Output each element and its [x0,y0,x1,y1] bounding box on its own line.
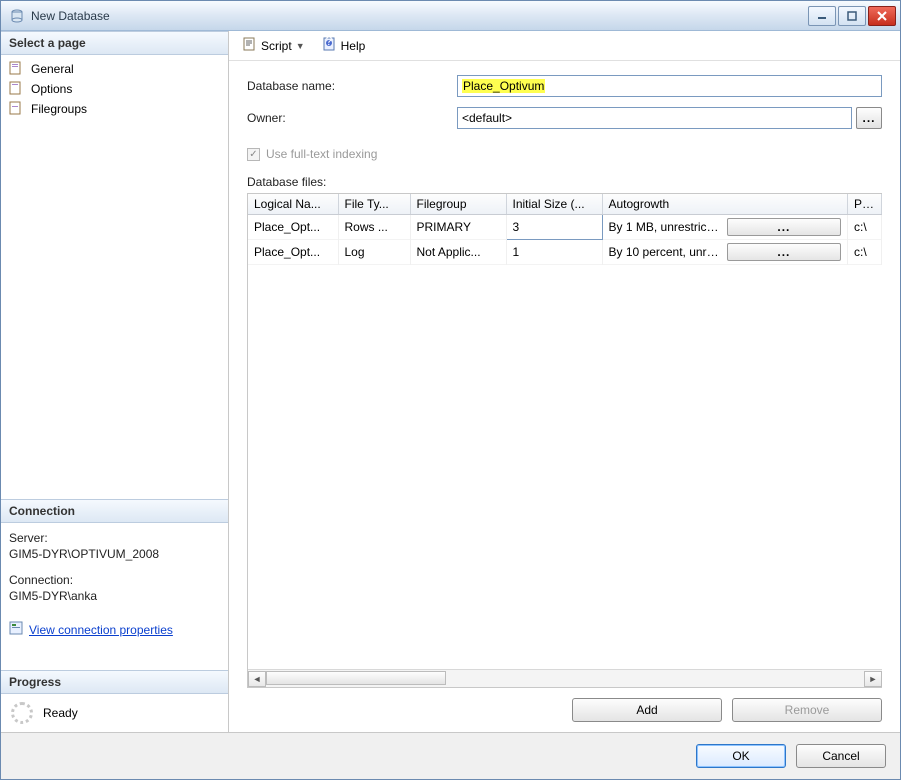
help-label: Help [341,39,366,53]
maximize-button[interactable] [838,6,866,26]
script-icon [243,37,257,54]
database-files-grid[interactable]: Logical Na... File Ty... Filegroup Initi… [247,193,882,688]
help-icon: ? [323,37,337,54]
view-connection-properties-link[interactable]: View connection properties [9,621,173,638]
scroll-right-button[interactable]: ► [864,671,882,687]
chevron-down-icon: ▼ [296,41,305,51]
col-filegroup[interactable]: Filegroup [410,194,506,215]
owner-browse-button[interactable]: ... [856,107,882,129]
server-label: Server: [9,531,220,545]
connection-value: GIM5-DYR\anka [9,589,220,603]
page-label: Filegroups [31,102,87,116]
link-text: View connection properties [29,623,173,637]
autogrowth-browse-button[interactable]: ... [727,218,841,236]
properties-icon [9,621,23,638]
grid-header-row: Logical Na... File Ty... Filegroup Initi… [248,194,882,215]
connection-header: Connection [1,499,228,523]
progress-status: Ready [1,694,228,732]
database-icon [9,8,25,24]
new-database-dialog: New Database Select a page General Optio… [0,0,901,780]
dialog-footer: OK Cancel [1,733,900,779]
checkbox-icon: ✓ [247,148,260,161]
database-name-value: Place_Optivum [462,79,545,93]
grid-empty-area [248,265,882,669]
select-page-header: Select a page [1,31,228,55]
progress-header: Progress [1,670,228,694]
scroll-track[interactable] [266,671,864,687]
toolbar: Script ▼ ? Help [229,31,900,61]
title-bar[interactable]: New Database [1,1,900,31]
scroll-thumb[interactable] [266,671,446,685]
page-filegroups[interactable]: Filegroups [1,99,228,119]
database-name-input[interactable]: Place_Optivum [457,75,882,97]
scroll-left-button[interactable]: ◄ [248,671,266,687]
autogrowth-browse-button[interactable]: ... [727,243,841,261]
database-name-label: Database name: [247,79,457,93]
page-list: General Options Filegroups [1,55,228,123]
owner-input[interactable] [457,107,852,129]
table-row[interactable]: Place_Opt... Log Not Applic... 1 By 10 p… [248,240,882,265]
cell-path[interactable]: c:\ [848,215,882,240]
cell-logical-name[interactable]: Place_Opt... [248,240,338,265]
cell-path[interactable]: c:\ [848,240,882,265]
col-file-type[interactable]: File Ty... [338,194,410,215]
page-icon [9,61,25,77]
database-files-label: Database files: [247,175,882,189]
cell-filegroup[interactable]: Not Applic... [410,240,506,265]
server-value: GIM5-DYR\OPTIVUM_2008 [9,547,220,561]
ok-button[interactable]: OK [696,744,786,768]
script-label: Script [261,39,292,53]
cell-file-type[interactable]: Log [338,240,410,265]
script-dropdown[interactable]: Script ▼ [239,35,309,56]
main-panel: Script ▼ ? Help Database name: Place_Opt… [229,31,900,732]
help-button[interactable]: ? Help [319,35,370,56]
page-label: General [31,62,74,76]
cell-autogrowth[interactable]: By 10 percent, unrestricted gr...... [602,240,848,265]
window-title: New Database [31,9,806,23]
cell-initial-size[interactable]: 3 [506,215,602,240]
connection-label: Connection: [9,573,220,587]
col-autogrowth[interactable]: Autogrowth [602,194,848,215]
cell-logical-name[interactable]: Place_Opt... [248,215,338,240]
col-path[interactable]: Pa... [848,194,882,215]
cell-file-type[interactable]: Rows ... [338,215,410,240]
col-logical-name[interactable]: Logical Na... [248,194,338,215]
fulltext-label: Use full-text indexing [266,147,377,161]
cell-autogrowth[interactable]: By 1 MB, unrestricted growth... [602,215,848,240]
left-panel: Select a page General Options Filegroups… [1,31,229,732]
minimize-button[interactable] [808,6,836,26]
owner-label: Owner: [247,111,457,125]
connection-info: Server: GIM5-DYR\OPTIVUM_2008 Connection… [1,523,228,646]
cell-initial-size[interactable]: 1 [506,240,602,265]
col-initial-size[interactable]: Initial Size (... [506,194,602,215]
add-button[interactable]: Add [572,698,722,722]
cell-filegroup[interactable]: PRIMARY [410,215,506,240]
table-row[interactable]: Place_Opt... Rows ... PRIMARY 3 By 1 MB,… [248,215,882,240]
spinner-icon [11,702,33,724]
svg-text:?: ? [325,37,332,48]
cancel-button[interactable]: Cancel [796,744,886,768]
page-options[interactable]: Options [1,79,228,99]
close-button[interactable] [868,6,896,26]
horizontal-scrollbar[interactable]: ◄ ► [248,669,882,687]
fulltext-checkbox: ✓ Use full-text indexing [247,147,882,161]
page-icon [9,81,25,97]
page-icon [9,101,25,117]
page-general[interactable]: General [1,59,228,79]
status-text: Ready [43,706,78,720]
remove-button[interactable]: Remove [732,698,882,722]
page-label: Options [31,82,72,96]
